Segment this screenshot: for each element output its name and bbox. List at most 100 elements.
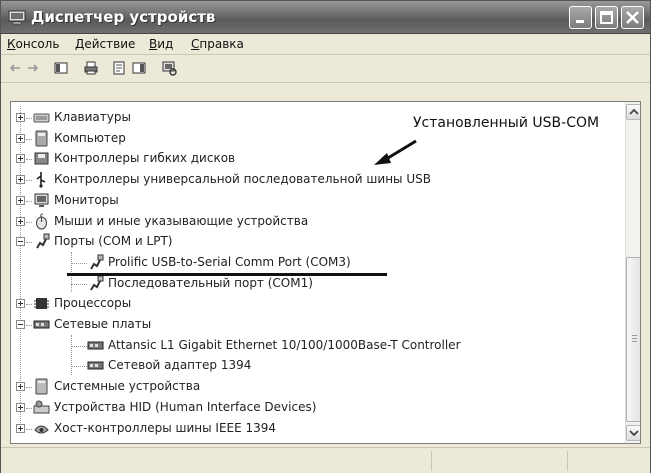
maximize-icon <box>600 11 613 24</box>
tree-category[interactable]: Мыши и иные указывающие устройства <box>11 212 611 232</box>
scroll-up-button[interactable] <box>626 104 640 120</box>
tree-category[interactable]: Процессоры <box>11 294 611 314</box>
network-card-icon <box>33 320 50 329</box>
tree-guide-line <box>71 283 87 285</box>
tree-category[interactable]: Контроллеры универсальной последовательн… <box>11 170 611 190</box>
title-bar[interactable]: Диспетчер устройств <box>1 1 650 34</box>
tree-guide-line <box>26 407 32 409</box>
vertical-scrollbar[interactable] <box>625 102 640 443</box>
expand-button[interactable] <box>16 216 25 226</box>
port-icon <box>90 254 104 270</box>
tree-guide-line <box>71 262 87 264</box>
tree-item-label: Attansic L1 Gigabit Ethernet 10/100/1000… <box>108 337 461 352</box>
tree-guide-line <box>26 221 32 223</box>
status-cell <box>567 451 568 471</box>
tree-category[interactable]: Компьютер <box>11 129 611 149</box>
tree-guide-line <box>26 159 32 161</box>
tree-guide-line <box>26 428 32 430</box>
tree-device[interactable]: Attansic L1 Gigabit Ethernet 10/100/1000… <box>11 336 611 356</box>
tree-category[interactable]: Устройства HID (Human Interface Devices) <box>11 398 611 418</box>
expand-button[interactable] <box>16 133 25 143</box>
expand-button[interactable] <box>16 423 25 433</box>
back-arrow-icon[interactable] <box>7 60 23 76</box>
menu-help[interactable]: Справка <box>191 37 244 51</box>
keyboard-icon <box>33 113 50 123</box>
menu-console[interactable]: Консоль <box>7 37 59 51</box>
tree-item-label: Мониторы <box>54 192 119 207</box>
tree-item-label: Контроллеры универсальной последовательн… <box>54 172 431 187</box>
tree-guide-line <box>26 118 32 119</box>
menu-bar: Консоль Действие Вид Справка <box>1 34 650 55</box>
network-card-icon <box>87 361 104 370</box>
scan-hardware-icon[interactable] <box>161 60 177 76</box>
processor-icon <box>34 298 49 310</box>
forward-arrow-icon[interactable] <box>25 60 41 76</box>
tree-item-label: Компьютер <box>54 130 126 145</box>
scroll-thumb[interactable] <box>626 257 640 422</box>
tree-item-label: Системные устройства <box>54 379 201 394</box>
tree-item-label: Клавиатуры <box>54 110 131 124</box>
minimize-button[interactable] <box>569 6 592 29</box>
mouse-icon <box>36 213 47 229</box>
port-icon <box>36 233 50 249</box>
expand-button[interactable] <box>16 299 25 309</box>
menu-view[interactable]: Вид <box>149 37 173 51</box>
network-card-icon <box>87 341 104 350</box>
collapse-button[interactable] <box>16 237 25 247</box>
close-icon <box>626 11 639 24</box>
tree-guide-line <box>71 345 87 347</box>
tree-device[interactable]: Сетевой адаптер 1394 <box>11 356 611 376</box>
expand-button[interactable] <box>16 113 25 122</box>
system-device-icon <box>35 378 48 395</box>
expand-button[interactable] <box>16 195 25 205</box>
tree-item-label: Prolific USB-to-Serial Comm Port (COM3) <box>108 254 351 269</box>
window-title: Диспетчер устройств <box>31 8 216 26</box>
properties-icon[interactable] <box>111 60 127 76</box>
tree-item-label: Порты (COM и LPT) <box>54 234 173 249</box>
status-cell <box>431 451 432 471</box>
computer-icon <box>35 130 48 147</box>
expand-button[interactable] <box>16 382 25 392</box>
tree-category[interactable]: Хост-контроллеры шины IEEE 1394 <box>11 419 611 439</box>
tree-guide-line <box>26 325 32 326</box>
update-driver-icon[interactable] <box>131 60 147 76</box>
expand-button[interactable] <box>16 154 25 164</box>
tree-category[interactable]: Контроллеры гибких дисков <box>11 149 611 169</box>
scroll-down-button[interactable] <box>626 425 640 441</box>
tree-device[interactable]: Последовательный порт (COM1) <box>11 274 611 294</box>
tree-category[interactable]: Системные устройства <box>11 377 611 397</box>
tree-category[interactable]: Мониторы <box>11 191 611 211</box>
print-icon[interactable] <box>83 60 99 76</box>
tree-category[interactable]: Сетевые платы <box>11 315 611 335</box>
hid-icon <box>33 400 50 414</box>
expand-button[interactable] <box>16 402 25 412</box>
view-toggle-icon[interactable] <box>53 60 69 76</box>
tree-guide-line <box>26 387 32 389</box>
ieee1394-icon <box>34 425 49 433</box>
close-button[interactable] <box>621 6 644 29</box>
status-bar <box>1 447 650 473</box>
port-icon <box>90 275 104 291</box>
tree-item-label: Сетевой адаптер 1394 <box>108 358 252 373</box>
collapse-button[interactable] <box>16 320 25 329</box>
tree-item-label: Устройства HID (Human Interface Devices) <box>54 399 317 414</box>
annotation-label: Установленный USB-COM <box>413 115 600 131</box>
maximize-button[interactable] <box>595 6 618 29</box>
device-manager-window: Диспетчер устройств Консоль Действие Вид… <box>0 0 651 473</box>
tree-guide-line <box>26 180 32 182</box>
tree-item-label: Сетевые платы <box>54 317 152 331</box>
tree-item-label: Хост-контроллеры шины IEEE 1394 <box>54 420 277 435</box>
tree-device[interactable]: Prolific USB-to-Serial Comm Port (COM3) <box>11 253 611 273</box>
tree-item-label: Последовательный порт (COM1) <box>108 275 313 290</box>
expand-button[interactable] <box>16 175 25 185</box>
tree-item-label: Контроллеры гибких дисков <box>54 151 236 166</box>
tree-category[interactable]: Порты (COM и LPT) <box>11 232 611 252</box>
toolbar <box>1 55 650 83</box>
annotation-underline <box>67 273 387 276</box>
menu-action[interactable]: Действие <box>75 37 135 51</box>
tree-item-label: Процессоры <box>54 296 132 311</box>
tree-guide-line <box>71 366 87 368</box>
usb-icon <box>36 172 46 188</box>
minimize-icon <box>576 20 584 23</box>
tree-item-label: Мыши и иные указывающие устройства <box>54 213 309 228</box>
